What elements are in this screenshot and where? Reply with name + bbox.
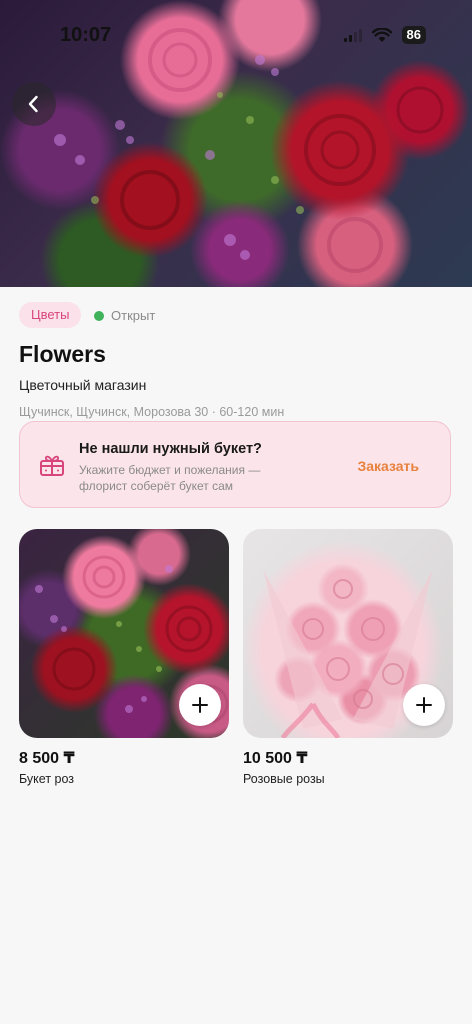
add-to-cart-button[interactable]	[403, 684, 445, 726]
product-card[interactable]: 8 500 ₸ Букет роз	[19, 529, 229, 786]
wifi-icon	[371, 27, 392, 42]
category-chip[interactable]: Цветы	[19, 302, 82, 328]
battery-indicator: 86	[401, 26, 426, 44]
status-icons: 86	[343, 26, 426, 44]
product-price: 8 500 ₸	[19, 750, 75, 767]
cellular-signal-icon	[343, 28, 362, 42]
open-status: Открыт	[94, 308, 155, 323]
open-status-dot	[94, 310, 104, 321]
shop-hero-image: 10:07 86	[0, 0, 472, 287]
product-name: Букет роз	[19, 772, 75, 786]
product-name: Розовые розы	[243, 772, 325, 786]
custom-bouquet-banner[interactable]: Не нашли нужный букет? Укажите бюджет и …	[19, 421, 451, 508]
gift-icon	[40, 455, 64, 476]
back-button[interactable]	[12, 82, 56, 126]
chevron-left-icon	[28, 95, 38, 113]
shop-type: Цветочный магазин	[19, 377, 147, 393]
product-image[interactable]	[243, 529, 453, 738]
banner-description: Укажите бюджет и пожелания — флорист соб…	[79, 463, 261, 493]
open-status-label: Открыт	[111, 308, 156, 323]
add-to-cart-button[interactable]	[179, 684, 221, 726]
order-button[interactable]: Заказать	[357, 458, 419, 474]
plus-icon	[416, 697, 432, 713]
status-bar: 10:07 86	[0, 0, 472, 64]
status-time: 10:07	[60, 24, 112, 46]
shop-name: Flowers	[19, 341, 106, 367]
plus-icon	[192, 697, 208, 713]
product-card[interactable]: 10 500 ₸ Розовые розы	[243, 529, 453, 786]
product-price: 10 500 ₸	[243, 750, 308, 767]
banner-title: Не нашли нужный букет?	[79, 441, 262, 457]
shop-address: Щучинск, Щучинск, Морозова 30 · 60-120 м…	[19, 405, 285, 419]
product-image[interactable]	[19, 529, 229, 738]
